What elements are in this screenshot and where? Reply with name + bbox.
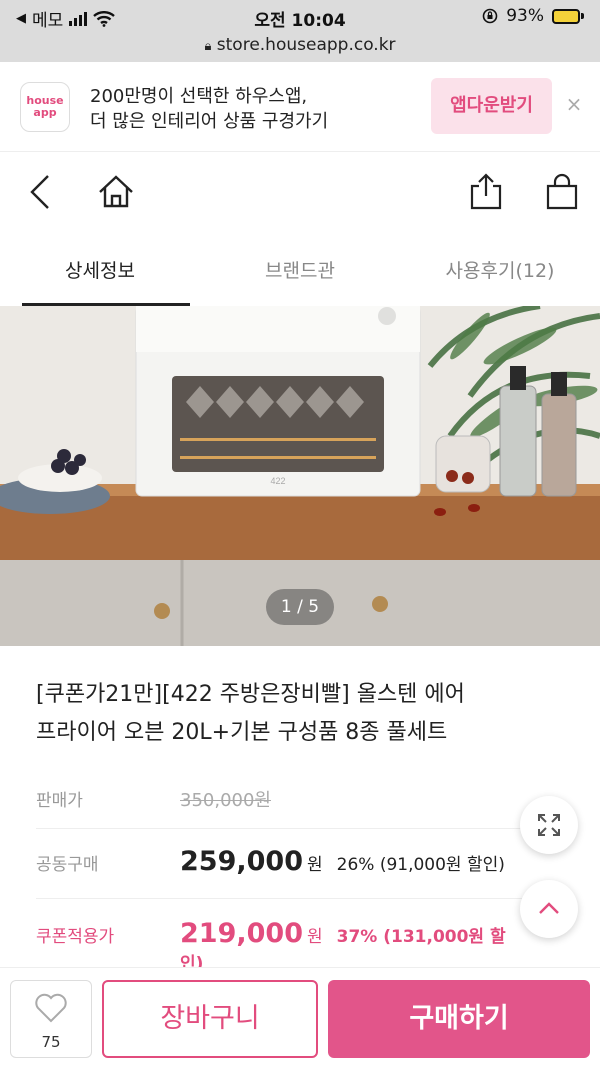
status-bar: ◀ 메모 오전 10:04 93% xyxy=(0,0,600,34)
banner-line-1: 200만명이 선택한 하우스앱, xyxy=(90,86,308,107)
group-price: 259,000 원 26% (91,000원 할인) xyxy=(180,846,505,877)
oven-brand-label: 422 xyxy=(270,476,285,486)
lock-icon: 🔒︎ xyxy=(204,39,212,54)
scroll-top-button[interactable] xyxy=(520,880,578,938)
product-title-line-1: [쿠폰가21만][422 주방은장비빨] 올스텐 에어 xyxy=(36,682,465,707)
orientation-lock-icon xyxy=(482,8,498,24)
shopping-bag-icon[interactable] xyxy=(542,172,582,212)
purchase-bar: 75 장바구니 구매하기 xyxy=(0,967,600,1067)
group-price-unit: 원 xyxy=(306,855,323,875)
coupon-price-label: 쿠폰적용가 xyxy=(36,927,115,947)
product-image-gallery[interactable]: 422 1 / 5 xyxy=(0,306,600,646)
app-install-banner: house app 200만명이 선택한 하우스앱, 더 많은 인테리어 상품 … xyxy=(0,62,600,152)
coupon-price-value: 219,000 xyxy=(180,918,303,949)
sale-price-label: 판매가 xyxy=(36,791,83,811)
coupon-price-unit: 원 xyxy=(306,927,323,947)
expand-icon xyxy=(538,814,560,836)
coupon-price: 219,000 원 37% (131,000원 할인) xyxy=(180,918,526,974)
banner-text: 200만명이 선택한 하우스앱, 더 많은 인테리어 상품 구경가기 xyxy=(90,84,328,134)
price-row-coupon: 쿠폰적용가 219,000 원 37% (131,000원 할인) xyxy=(36,918,526,974)
price-row-sale: 판매가 350,000원 xyxy=(36,786,526,816)
battery-percent: 93% xyxy=(506,6,544,26)
houseapp-logo: house app xyxy=(20,82,70,132)
share-icon[interactable] xyxy=(466,172,506,212)
tab-brand[interactable]: 브랜드관 xyxy=(200,230,400,306)
group-price-label: 공동구매 xyxy=(36,855,99,875)
detail-tabs: 상세정보 브랜드관 사용후기(12) xyxy=(0,230,600,306)
chevron-up-icon xyxy=(539,902,559,914)
url-text: store.houseapp.co.kr xyxy=(216,35,396,55)
like-button[interactable]: 75 xyxy=(10,980,92,1058)
product-title-line-2: 프라이어 오븐 20L+기본 구성품 8종 풀세트 xyxy=(36,720,448,745)
close-icon[interactable]: × xyxy=(562,92,586,116)
buy-now-button[interactable]: 구매하기 xyxy=(328,980,590,1058)
group-discount: 26% (91,000원 할인) xyxy=(336,855,505,875)
heart-icon xyxy=(35,993,67,1023)
home-icon[interactable] xyxy=(96,172,136,212)
divider xyxy=(36,898,526,899)
tab-details[interactable]: 상세정보 xyxy=(0,230,200,306)
app-download-button[interactable]: 앱다운받기 xyxy=(431,78,552,134)
status-right: 93% xyxy=(482,6,584,26)
banner-line-2: 더 많은 인테리어 상품 구경가기 xyxy=(90,111,329,132)
product-title: [쿠폰가21만][422 주방은장비빨] 올스텐 에어 프라이어 오븐 20L+… xyxy=(36,676,576,752)
tab-reviews[interactable]: 사용후기(12) xyxy=(400,230,600,306)
like-count: 75 xyxy=(41,1033,61,1051)
price-row-group: 공동구매 259,000 원 26% (91,000원 할인) xyxy=(36,846,526,884)
group-price-value: 259,000 xyxy=(180,846,303,877)
logo-line-2: app xyxy=(33,106,57,119)
battery-icon xyxy=(552,8,584,24)
divider xyxy=(36,828,526,829)
top-nav xyxy=(0,152,600,230)
expand-button[interactable] xyxy=(520,796,578,854)
image-counter: 1 / 5 xyxy=(266,589,334,625)
add-to-cart-button[interactable]: 장바구니 xyxy=(102,980,318,1058)
original-price: 350,000원 xyxy=(180,790,271,811)
url-bar[interactable]: 🔒︎ store.houseapp.co.kr xyxy=(0,34,600,62)
back-icon[interactable] xyxy=(22,172,62,212)
